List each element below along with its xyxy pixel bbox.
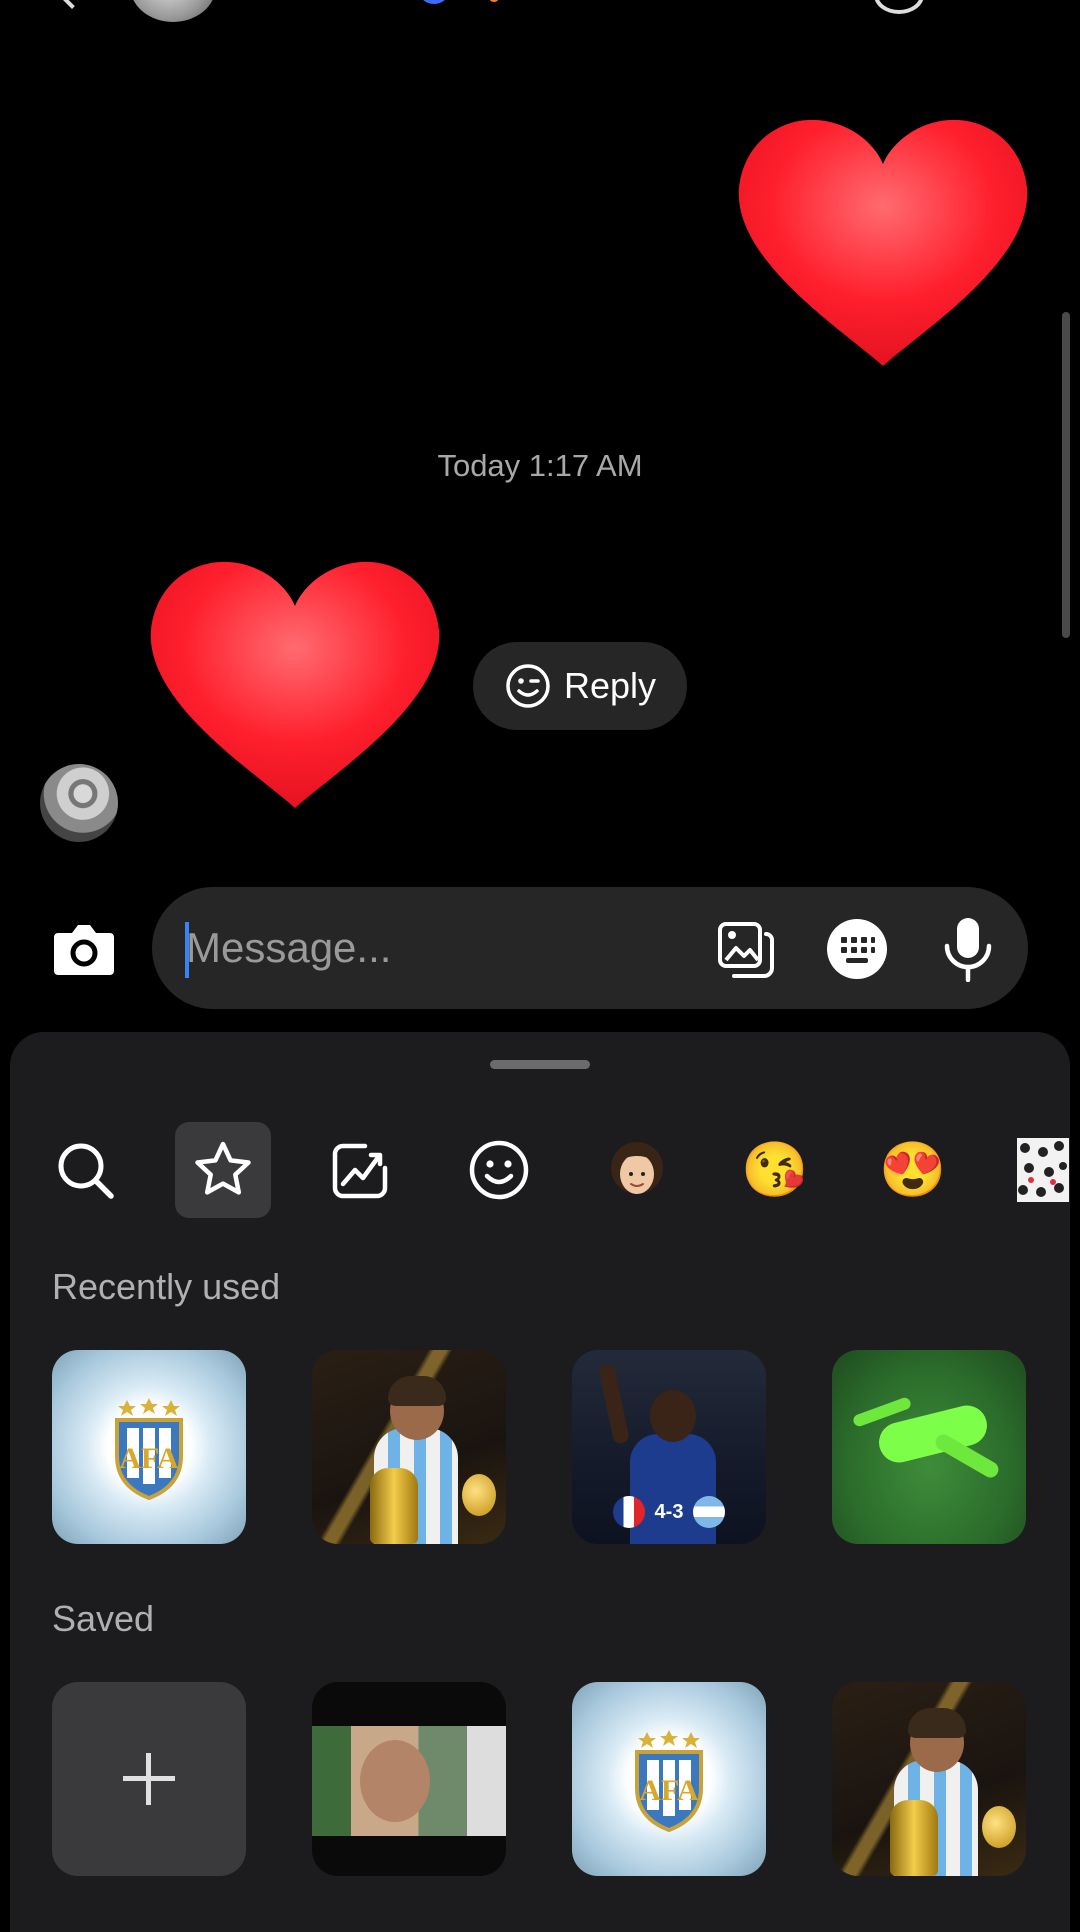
video-face	[360, 1740, 430, 1822]
header-status-icon	[420, 0, 448, 4]
gallery-icon	[718, 922, 774, 978]
sticker-afa-crest[interactable]: AFA	[572, 1682, 766, 1876]
player-arm	[597, 1363, 631, 1445]
ball-trophy-icon	[982, 1806, 1016, 1848]
player-head	[650, 1390, 696, 1442]
trending-chart-icon	[332, 1143, 388, 1199]
sender-avatar[interactable]	[40, 764, 118, 842]
add-sticker-button[interactable]	[52, 1682, 246, 1876]
tab-emoji[interactable]	[451, 1122, 547, 1218]
reply-button[interactable]: Reply	[473, 642, 687, 730]
plus-icon	[123, 1753, 175, 1805]
heart-icon	[150, 561, 440, 808]
received-heart-message[interactable]	[145, 552, 445, 812]
text-caret	[185, 922, 189, 978]
gallery-button[interactable]	[716, 920, 778, 980]
recently-used-label: Recently used	[52, 1266, 281, 1307]
heart-icon	[738, 119, 1028, 366]
afa-crest-icon: AFA	[635, 1730, 703, 1832]
player-hair	[908, 1708, 966, 1738]
reply-label: Reply	[563, 665, 657, 706]
sheet-grabber-handle[interactable]	[490, 1060, 590, 1069]
argentina-flag-icon	[693, 1496, 726, 1528]
smiley-icon	[469, 1140, 529, 1200]
sticker-video-clip[interactable]	[312, 1682, 506, 1876]
keyboard-icon	[827, 919, 887, 979]
heart-eyes-flowers-icon: 😍	[879, 1140, 947, 1200]
sticker-france-player-score[interactable]: 4-3	[572, 1350, 766, 1544]
tab-flower-emoji[interactable]: 😍	[865, 1122, 961, 1218]
header-action-icon[interactable]	[874, 0, 924, 14]
trophy-icon	[890, 1800, 938, 1876]
player-hair	[388, 1376, 446, 1406]
svg-text:AFA: AFA	[119, 1442, 179, 1475]
saved-label: Saved	[52, 1598, 155, 1639]
camera-icon	[54, 925, 114, 975]
message-timestamp: Today 1:17 AM	[437, 448, 643, 483]
ball-trophy-icon	[462, 1474, 496, 1516]
sticker-messi-trophy[interactable]	[312, 1350, 506, 1544]
sticker-afa-crest[interactable]: AFA	[52, 1350, 246, 1544]
camera-button[interactable]	[52, 919, 116, 979]
tab-avatar[interactable]	[589, 1122, 685, 1218]
afa-crest-icon: AFA	[115, 1398, 183, 1500]
sent-heart-message[interactable]	[733, 110, 1033, 370]
microphone-icon	[944, 918, 992, 983]
back-chevron-icon[interactable]	[55, 0, 89, 9]
kiss-face-icon: 😘	[741, 1140, 809, 1200]
svg-text:AFA: AFA	[639, 1774, 699, 1807]
scoreboard: 4-3	[586, 1492, 752, 1532]
search-icon	[58, 1143, 114, 1199]
avatar-face-icon	[611, 1142, 663, 1194]
sticker-messi-trophy[interactable]	[832, 1682, 1026, 1876]
header-avatar[interactable]	[130, 0, 216, 22]
star-icon	[195, 1141, 251, 1195]
header-badge-icon	[488, 0, 500, 2]
tab-sticker-pack[interactable]	[1003, 1122, 1071, 1218]
sticker-goalkeeper-save[interactable]	[832, 1350, 1026, 1544]
score-text: 4-3	[654, 1500, 684, 1523]
tab-kiss-emoji[interactable]: 😘	[727, 1122, 823, 1218]
message-input[interactable]	[186, 918, 686, 978]
sticker-pack-icon	[1017, 1138, 1069, 1202]
microphone-button[interactable]	[942, 916, 994, 983]
tab-search[interactable]	[37, 1122, 133, 1218]
tab-trending[interactable]	[313, 1122, 409, 1218]
trophy-icon	[370, 1468, 418, 1544]
tab-favorites[interactable]	[175, 1122, 271, 1218]
keyboard-button[interactable]	[826, 918, 888, 980]
wink-smiley-icon	[506, 664, 550, 708]
france-flag-icon	[612, 1496, 645, 1528]
